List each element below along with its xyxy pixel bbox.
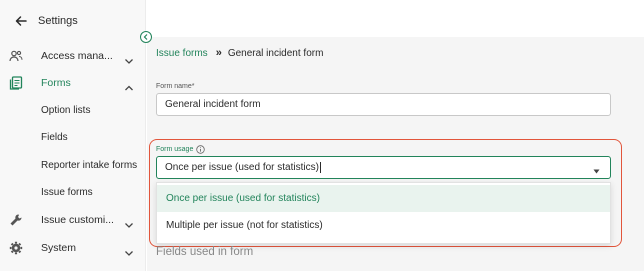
breadcrumb-separator-icon: » — [215, 47, 222, 59]
form-usage-selected-value: Once per issue (used for statistics) — [165, 162, 319, 173]
chevron-down-icon — [124, 244, 134, 256]
users-icon — [9, 49, 23, 63]
text-cursor — [319, 162, 321, 173]
sidebar-item-issue-customization[interactable]: Issue customi... — [0, 209, 146, 231]
chevron-left-icon — [143, 34, 148, 40]
gear-icon — [9, 241, 23, 255]
forms-icon — [9, 76, 23, 90]
sidebar-item-access-management[interactable]: Access mana... — [0, 45, 146, 67]
sidebar-item-label: Access mana... — [41, 50, 113, 62]
sidebar-item-label: Forms — [41, 77, 71, 89]
back-arrow-icon[interactable] — [14, 13, 30, 29]
sidebar-subitem-reporter-intake-forms[interactable]: Reporter intake forms — [41, 160, 137, 171]
breadcrumb-link-issue-forms[interactable]: Issue forms — [156, 48, 208, 59]
form-name-label: Form name* — [156, 83, 195, 90]
chevron-down-icon — [124, 216, 134, 228]
chevron-up-icon — [124, 79, 134, 91]
sidebar-item-label: Issue customi... — [41, 214, 114, 226]
form-usage-dropdown: Once per issue (used for statistics) Mul… — [156, 182, 611, 244]
info-icon[interactable] — [196, 145, 206, 154]
caret-down-icon — [593, 166, 600, 174]
fields-used-heading: Fields used in form — [156, 246, 254, 258]
breadcrumb: Issue forms » General incident form — [156, 47, 323, 59]
breadcrumb-current: General incident form — [227, 47, 324, 59]
sidebar-item-label: System — [41, 242, 77, 254]
form-usage-select[interactable]: Once per issue (used for statistics) — [156, 156, 611, 179]
form-name-input[interactable]: General incident form — [156, 93, 611, 116]
sidebar-title: Settings — [38, 15, 78, 27]
sidebar-header: Settings — [14, 12, 78, 30]
sidebar-item-forms[interactable]: Forms — [0, 72, 146, 94]
sidebar-item-system[interactable]: System — [0, 237, 146, 259]
chevron-down-icon — [124, 52, 134, 64]
form-usage-label: Form usage — [156, 146, 194, 153]
dropdown-option-once-per-issue[interactable]: Once per issue (used for statistics) — [157, 185, 610, 212]
sidebar-subitem-option-lists[interactable]: Option lists — [41, 105, 90, 116]
wrench-icon — [9, 213, 23, 227]
settings-sidebar: Settings Access mana... Forms Option lis… — [0, 0, 146, 271]
top-bar — [147, 0, 644, 37]
form-usage-label-row: Form usage — [156, 145, 206, 154]
sidebar-subitem-issue-forms[interactable]: Issue forms — [41, 187, 93, 198]
sidebar-subitem-fields[interactable]: Fields — [41, 132, 68, 143]
dropdown-option-multiple-per-issue[interactable]: Multiple per issue (not for statistics) — [157, 212, 610, 239]
collapse-sidebar-button[interactable] — [140, 31, 152, 43]
